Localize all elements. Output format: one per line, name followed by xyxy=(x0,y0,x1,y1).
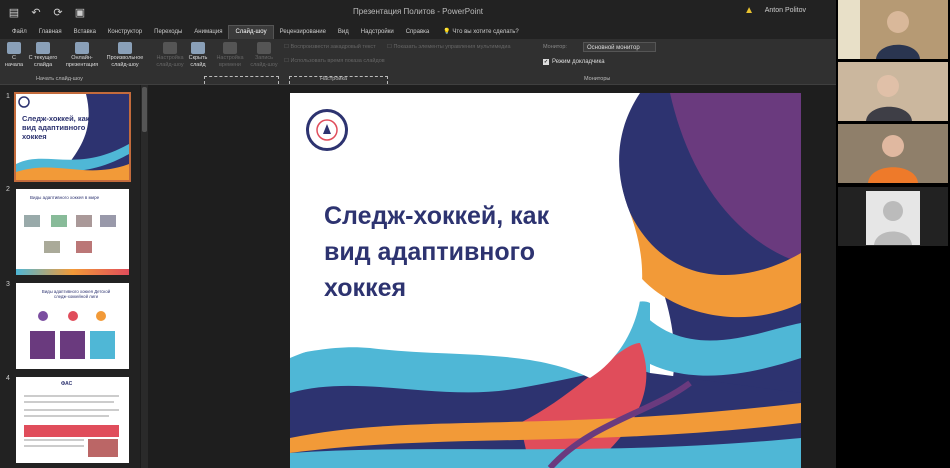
participant-3-silhouette xyxy=(838,124,948,183)
tab-addins[interactable]: Надстройки xyxy=(355,26,400,39)
tab-design[interactable]: Конструктор xyxy=(102,26,148,39)
group-monitors-label: Мониторы xyxy=(584,76,611,82)
custom-slideshow-button[interactable]: Произвольное слайд-шоу xyxy=(104,42,146,69)
rehearse-timings-label: Настройка времени xyxy=(216,55,244,68)
tab-home[interactable]: Главная xyxy=(33,26,68,39)
slide-title-line: хоккея xyxy=(324,274,407,302)
save-icon[interactable]: ▤ xyxy=(8,6,20,19)
tab-review[interactable]: Рецензирование xyxy=(274,26,332,39)
thumbnail-scrollbar[interactable] xyxy=(141,85,148,468)
record-icon xyxy=(257,42,271,54)
from-current-label: С текущего слайда xyxy=(28,55,58,68)
slide-number: 3 xyxy=(6,281,10,288)
show-media-checkbox[interactable]: ☐ Показать элементы управления мультимед… xyxy=(387,44,511,50)
tell-me-search[interactable]: 💡 Что вы хотите сделать? xyxy=(435,26,524,39)
tab-file[interactable]: Файл xyxy=(6,26,33,39)
record-slideshow-label: Запись слайд-шоу xyxy=(250,55,278,68)
monitor-label: Монитор: xyxy=(543,44,567,50)
user-name[interactable]: Anton Politov xyxy=(765,7,806,14)
tab-insert[interactable]: Вставка xyxy=(68,26,102,39)
warning-icon[interactable]: ▲ xyxy=(744,5,754,16)
hide-slide-icon xyxy=(191,42,205,54)
participant-4-avatar xyxy=(838,187,948,246)
tell-me-text: Что вы хотите сделать? xyxy=(452,29,519,35)
setup-show-label: Настройка слайд-шоу xyxy=(156,55,184,68)
tab-view[interactable]: Вид xyxy=(332,26,355,39)
slide-number: 4 xyxy=(6,375,10,382)
slide-thumbnail-4[interactable]: ФАС xyxy=(16,377,129,463)
participant-video-4[interactable] xyxy=(838,187,948,246)
ribbon: С начала С текущего слайда Онлайн-презен… xyxy=(0,39,836,85)
tab-slideshow[interactable]: Слайд-шоу xyxy=(228,25,274,39)
slide-thumbnail-2-title: Виды адаптивного хоккея в мире xyxy=(30,195,100,200)
globe-icon xyxy=(75,42,89,54)
slide-thumbnail-4-title: ФАС xyxy=(61,381,73,387)
rehearse-timings-button[interactable]: Настройка времени xyxy=(214,42,246,69)
record-slideshow-button[interactable]: Запись слайд-шоу xyxy=(248,42,280,69)
online-presentation-label: Онлайн-презентация xyxy=(65,55,99,68)
group-start-label: Начать слайд-шоу xyxy=(36,76,83,82)
tab-animations[interactable]: Анимация xyxy=(188,26,228,39)
use-timings-label: Использовать время показа слайдов xyxy=(290,58,385,64)
league-logo-art xyxy=(316,119,338,141)
hide-slide-button[interactable]: Скрыть слайд xyxy=(187,42,209,69)
play-narrations-checkbox[interactable]: ☐ Воспроизвести закадровый текст xyxy=(284,44,376,50)
presenter-view-checkbox[interactable]: ✓ Режим докладчика xyxy=(543,59,605,65)
setup-icon xyxy=(163,42,177,54)
participant-1-silhouette xyxy=(838,0,948,59)
slide-thumbnail-2[interactable]: Виды адаптивного хоккея в мире xyxy=(16,189,129,275)
tab-transitions[interactable]: Переходы xyxy=(148,26,188,39)
slide-title-line: Следж-хоккей, как xyxy=(324,202,550,230)
undo-icon[interactable]: ↶ xyxy=(30,6,42,19)
slide-thumbnail-1[interactable]: Следж-хоккей, как вид адаптивного хоккея xyxy=(14,92,131,182)
slide-thumbnail-3-title: Виды адаптивного хоккея Детской следж-хо… xyxy=(41,289,111,299)
hide-slide-label: Скрыть слайд xyxy=(188,55,208,68)
play-current-icon xyxy=(36,42,50,54)
timer-icon xyxy=(223,42,237,54)
redo-icon[interactable]: ⟳ xyxy=(52,6,64,19)
window-title: Презентация Политов - PowerPoint xyxy=(353,7,483,16)
checkmark-icon: ✓ xyxy=(543,59,549,65)
use-timings-checkbox[interactable]: ☐ Использовать время показа слайдов xyxy=(284,58,385,64)
play-narrations-label: Воспроизвести закадровый текст xyxy=(290,44,376,50)
ribbon-tabs: Файл Главная Вставка Конструктор Переход… xyxy=(0,24,836,39)
slide-thumbnail-3[interactable]: Виды адаптивного хоккея Детской следж-хо… xyxy=(16,283,129,369)
custom-slideshow-label: Произвольное слайд-шоу xyxy=(106,55,144,68)
league-logo xyxy=(306,109,348,151)
setup-show-button[interactable]: Настройка слайд-шоу xyxy=(153,42,187,69)
online-presentation-button[interactable]: Онлайн-презентация xyxy=(62,42,102,69)
play-icon xyxy=(7,42,21,54)
presenter-view-label: Режим докладчика xyxy=(552,59,605,65)
participant-video-2[interactable] xyxy=(838,62,948,121)
scrollbar-thumb[interactable] xyxy=(142,87,147,132)
from-current-button[interactable]: С текущего слайда xyxy=(28,42,58,69)
slide-thumbnail-1-title: Следж-хоккей, как вид адаптивного хоккея xyxy=(22,114,90,141)
title-bar: ▤ ↶ ⟳ ▣ Презентация Политов - PowerPoint… xyxy=(0,0,836,24)
current-slide[interactable]: Следж-хоккей, как вид адаптивного хоккея xyxy=(290,93,801,468)
slide-title-line: вид адаптивного xyxy=(324,238,536,266)
custom-slides-icon xyxy=(118,42,132,54)
quick-access-toolbar: ▤ ↶ ⟳ ▣ xyxy=(0,6,86,19)
participant-video-1[interactable] xyxy=(838,0,948,59)
participant-video-3[interactable] xyxy=(838,124,948,183)
show-media-label: Показать элементы управления мультимедиа xyxy=(393,44,511,50)
slide-number: 1 xyxy=(6,93,10,100)
tab-help[interactable]: Справка xyxy=(400,26,436,39)
slide-number: 2 xyxy=(6,186,10,193)
participant-2-silhouette xyxy=(838,62,948,121)
from-beginning-label: С начала xyxy=(4,55,24,68)
monitor-select[interactable]: Основной монитор xyxy=(583,42,656,52)
slide-title[interactable]: Следж-хоккей, как вид адаптивного хоккея xyxy=(324,198,654,306)
start-presentation-icon[interactable]: ▣ xyxy=(74,6,86,19)
video-participants-panel xyxy=(836,0,950,468)
from-beginning-button[interactable]: С начала xyxy=(3,42,25,69)
thumbnail-pane[interactable]: 1 Следж-хоккей, как вид адаптивного хокк… xyxy=(0,85,140,468)
